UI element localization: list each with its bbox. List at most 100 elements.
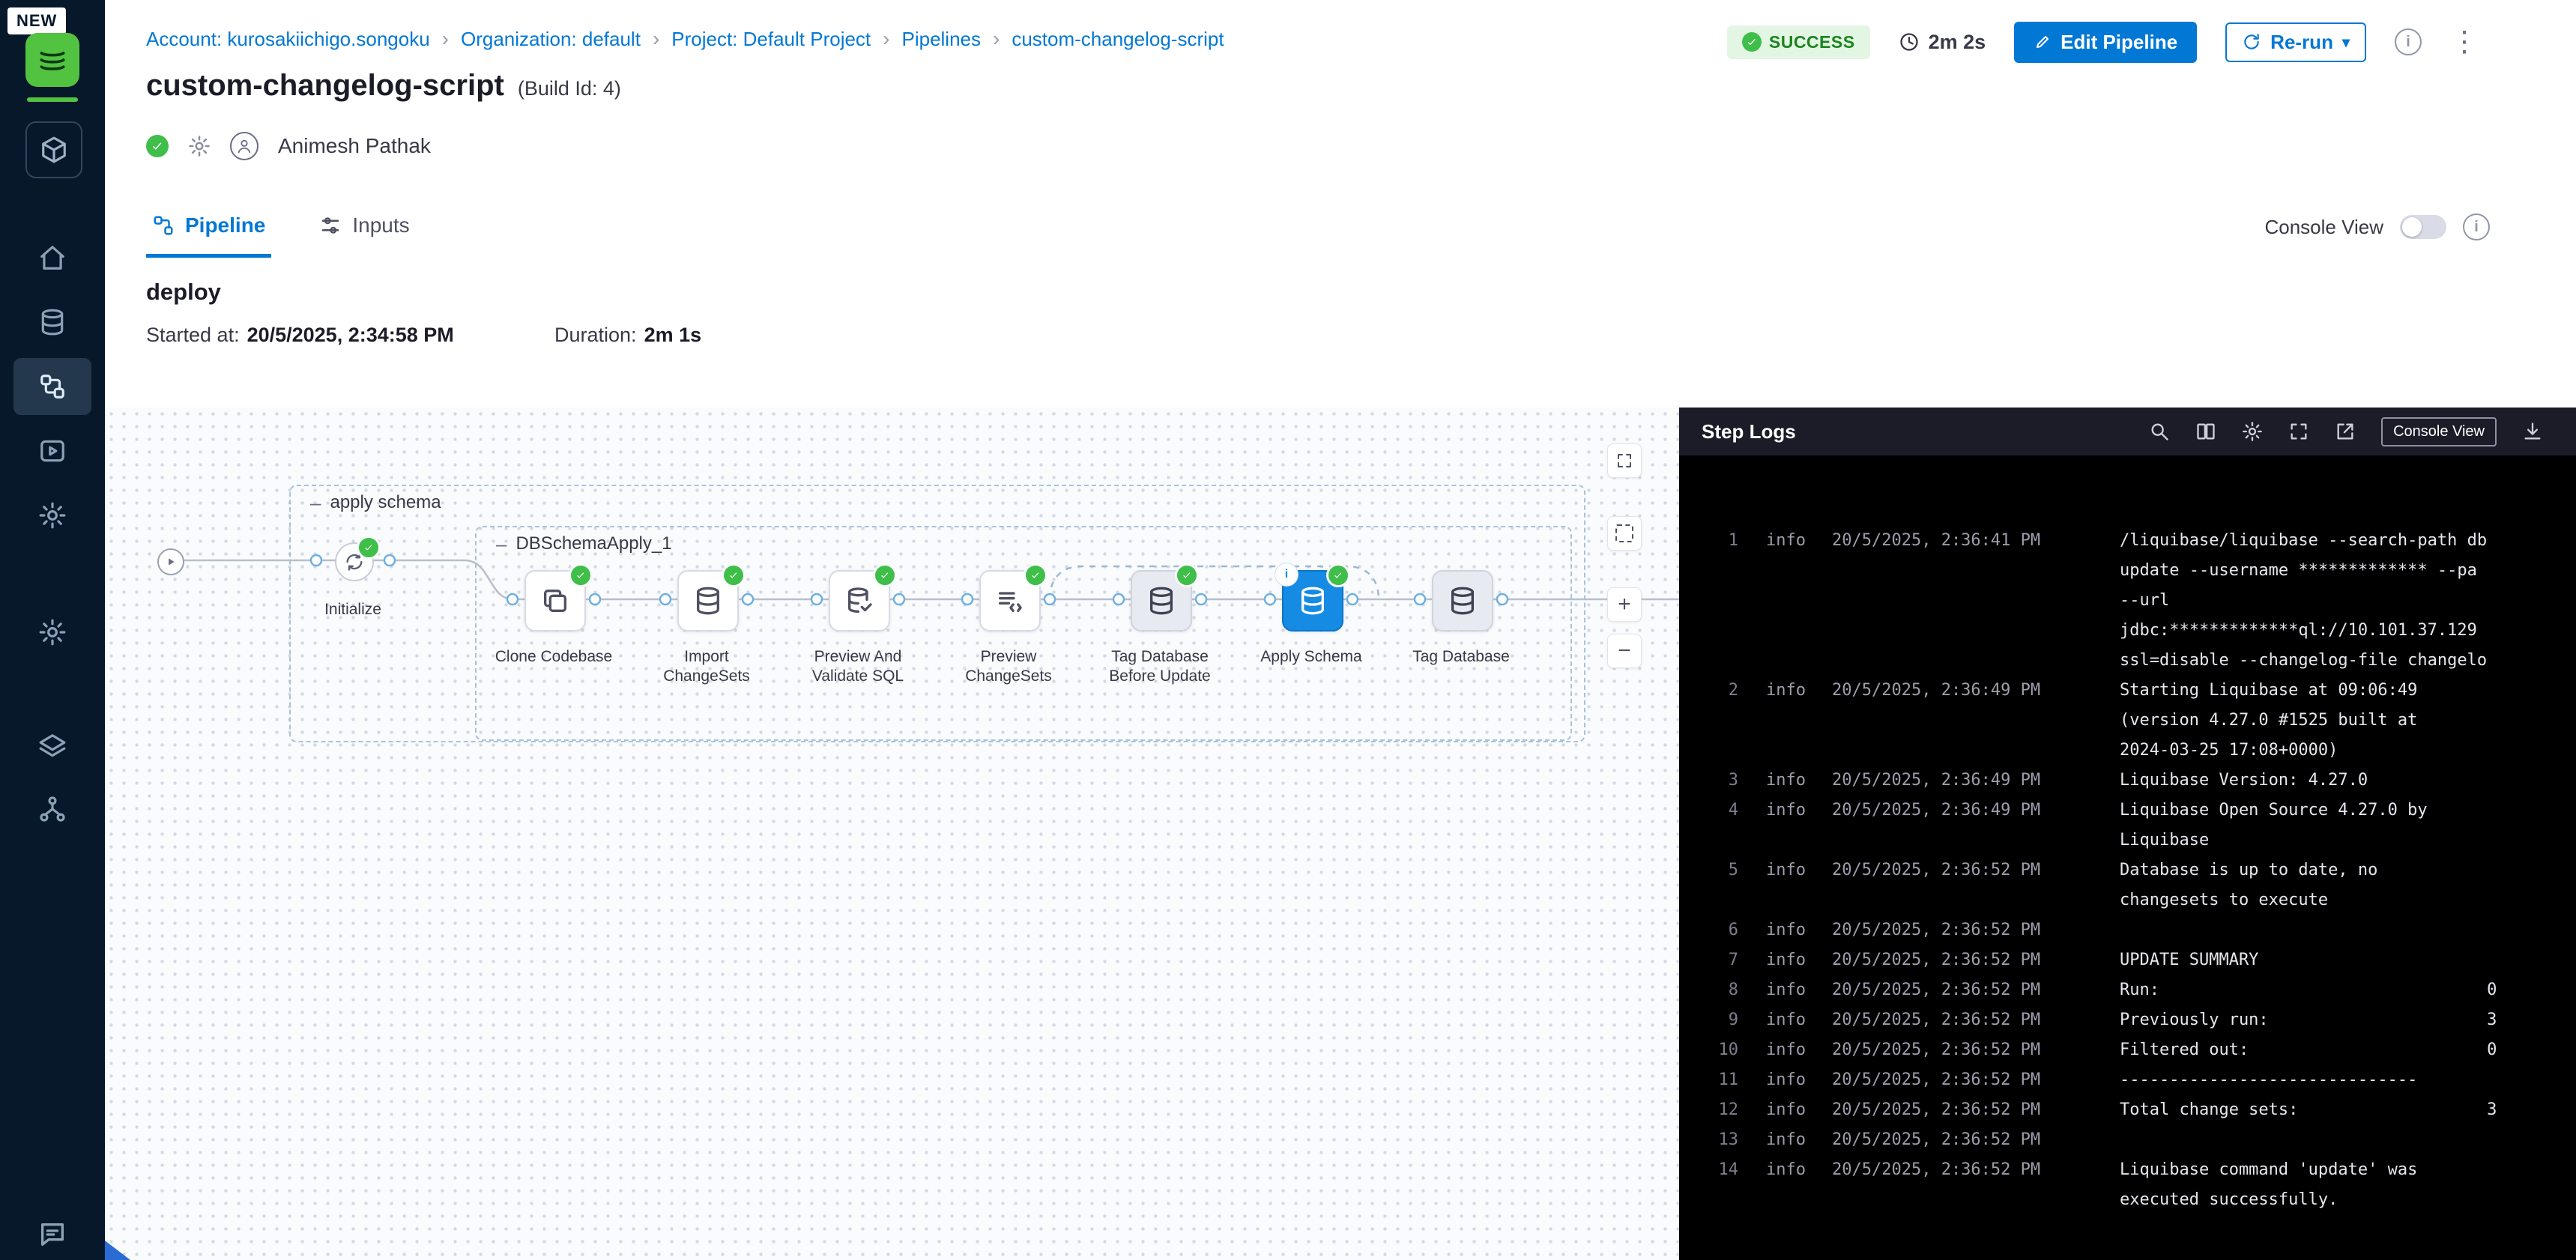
sidebar-item-settings[interactable] (13, 604, 91, 661)
help-info-icon[interactable]: i (2395, 28, 2422, 55)
node-import-changesets[interactable] (677, 570, 739, 631)
layers-icon (38, 732, 67, 760)
split-view-icon[interactable] (2195, 421, 2216, 442)
node-tag-database-before-update[interactable] (1131, 570, 1192, 631)
pipeline-canvas[interactable]: – apply schema – DBSchemaApply_1 Initial… (105, 408, 1679, 1260)
stage-name: deploy (146, 279, 221, 306)
refresh-icon (2242, 32, 2261, 52)
tab-inputs[interactable]: Inputs (313, 196, 415, 258)
sidebar-item-pipelines[interactable] (13, 358, 91, 415)
zoom-out-button[interactable]: − (1607, 634, 1642, 668)
success-check-badge (1326, 563, 1350, 587)
console-info-icon[interactable]: i (2463, 213, 2490, 240)
breadcrumb-current[interactable]: custom-changelog-script (1012, 28, 1224, 51)
node-preview-changesets[interactable] (979, 570, 1041, 631)
group-name: apply schema (330, 492, 441, 513)
rerun-label: Re-run (2270, 31, 2333, 54)
fullscreen-icon (1615, 452, 1633, 470)
node-label: Tag Database Before Update (1100, 647, 1220, 686)
status-badge: SUCCESS (1727, 25, 1870, 59)
rerun-button[interactable]: Re-run ▾ (2225, 22, 2366, 62)
sidebar-item-home[interactable] (13, 229, 91, 286)
edit-pipeline-button[interactable]: Edit Pipeline (2014, 22, 2197, 63)
group-label: – DBSchemaApply_1 (496, 533, 672, 554)
product-logo-icon[interactable] (25, 33, 79, 87)
copy-icon (540, 586, 570, 616)
log-line: 1info20/5/2025, 2:36:41 PM/liquibase/liq… (1679, 526, 2576, 676)
edit-pipeline-label: Edit Pipeline (2061, 31, 2177, 54)
node-apply-schema[interactable]: i (1282, 570, 1343, 631)
tab-pipeline-label: Pipeline (185, 213, 265, 237)
expand-logs-icon[interactable] (2288, 421, 2309, 442)
select-marquee-button[interactable] (1607, 516, 1642, 551)
chevron-right-icon: › (883, 27, 889, 51)
breadcrumb-organization[interactable]: Organization: default (461, 28, 641, 51)
log-line: 3info20/5/2025, 2:36:49 PMLiquibase Vers… (1679, 766, 2576, 796)
kebab-menu-icon[interactable]: ⋮ (2450, 28, 2479, 56)
log-lines[interactable]: 1info20/5/2025, 2:36:41 PM/liquibase/liq… (1679, 455, 2576, 1260)
stepgroup-dbschemaapply[interactable]: – DBSchemaApply_1 (475, 526, 1572, 741)
title-row: custom-changelog-script (Build Id: 4) (146, 69, 621, 103)
page-header: Account: kurosakiichigo.songoku › Organi… (105, 0, 2576, 196)
node-preview-validate-sql[interactable] (829, 570, 890, 631)
sidebar-item-project[interactable] (25, 121, 82, 178)
started-value: 20/5/2025, 2:34:58 PM (247, 324, 454, 347)
zoom-in-button[interactable]: + (1607, 587, 1642, 622)
success-check-badge (722, 563, 746, 587)
console-view-toggle[interactable] (2400, 215, 2446, 239)
header-actions: SUCCESS 2m 2s Edit Pipeline Re-run ▾ (1727, 19, 2479, 64)
start-node[interactable] (157, 548, 184, 575)
execution-meta-row: Animesh Pathak (146, 132, 431, 160)
elapsed-time: 2m 2s (1899, 31, 1986, 54)
gear-icon[interactable] (188, 135, 211, 157)
avatar (230, 132, 258, 160)
elapsed-value: 2m 2s (1929, 31, 1986, 54)
sidebar-item-environments[interactable] (13, 487, 91, 544)
step-logs-panel: Step Logs Console View 1info20/5/2025, 2… (1679, 408, 2576, 1260)
node-initialize[interactable] (335, 542, 374, 581)
started-label: Started at: (146, 324, 240, 347)
collapse-minus-icon[interactable]: – (496, 534, 507, 554)
sidebar-item-help-chat[interactable] (0, 1220, 105, 1250)
log-line: 8info20/5/2025, 2:36:52 PMRun: 0 (1679, 975, 2576, 1005)
active-module-indicator (27, 97, 78, 102)
breadcrumb-account[interactable]: Account: kurosakiichigo.songoku (146, 28, 430, 51)
tab-inputs-label: Inputs (352, 213, 409, 237)
fullscreen-button[interactable] (1607, 443, 1642, 478)
pipelines-icon (38, 372, 67, 401)
node-tag-database[interactable] (1432, 570, 1493, 631)
sidebar-item-organization[interactable] (13, 781, 91, 838)
console-view-button[interactable]: Console View (2381, 417, 2497, 446)
group-name: DBSchemaApply_1 (515, 533, 671, 554)
gear-icon (38, 501, 67, 530)
log-line: 14info20/5/2025, 2:36:52 PMLiquibase com… (1679, 1155, 2576, 1215)
sidebar-item-database[interactable] (13, 294, 91, 351)
log-settings-gear-icon[interactable] (2242, 421, 2263, 442)
sidebar-item-executions[interactable] (13, 422, 91, 479)
download-logs-icon[interactable] (2522, 421, 2543, 442)
database-check-icon (844, 586, 874, 616)
sidebar-item-modules[interactable] (13, 718, 91, 775)
open-external-icon[interactable] (2335, 421, 2356, 442)
search-icon[interactable] (2149, 421, 2170, 442)
pencil-icon (2034, 33, 2052, 51)
node-clone-codebase[interactable] (524, 570, 586, 631)
log-panel-title: Step Logs (1702, 420, 1796, 443)
status-text: SUCCESS (1769, 32, 1855, 52)
duration-label: Duration: (554, 324, 637, 347)
conditional-info-badge: i (1275, 563, 1298, 586)
database-icon (1298, 586, 1328, 616)
cube-icon (40, 136, 68, 164)
tab-pipeline[interactable]: Pipeline (146, 196, 271, 258)
marquee-icon (1615, 524, 1633, 542)
log-line: 11info20/5/2025, 2:36:52 PM-------------… (1679, 1065, 2576, 1095)
collapse-minus-icon[interactable]: – (310, 493, 321, 512)
chevron-right-icon: › (993, 27, 1000, 51)
node-label: Clone Codebase (494, 647, 614, 667)
gear-icon (38, 618, 67, 646)
group-label: – apply schema (310, 492, 441, 513)
breadcrumb-pipelines[interactable]: Pipelines (901, 28, 981, 51)
breadcrumb-project[interactable]: Project: Default Project (671, 28, 871, 51)
log-line: 13info20/5/2025, 2:36:52 PM (1679, 1125, 2576, 1155)
success-check-badge (873, 563, 897, 587)
